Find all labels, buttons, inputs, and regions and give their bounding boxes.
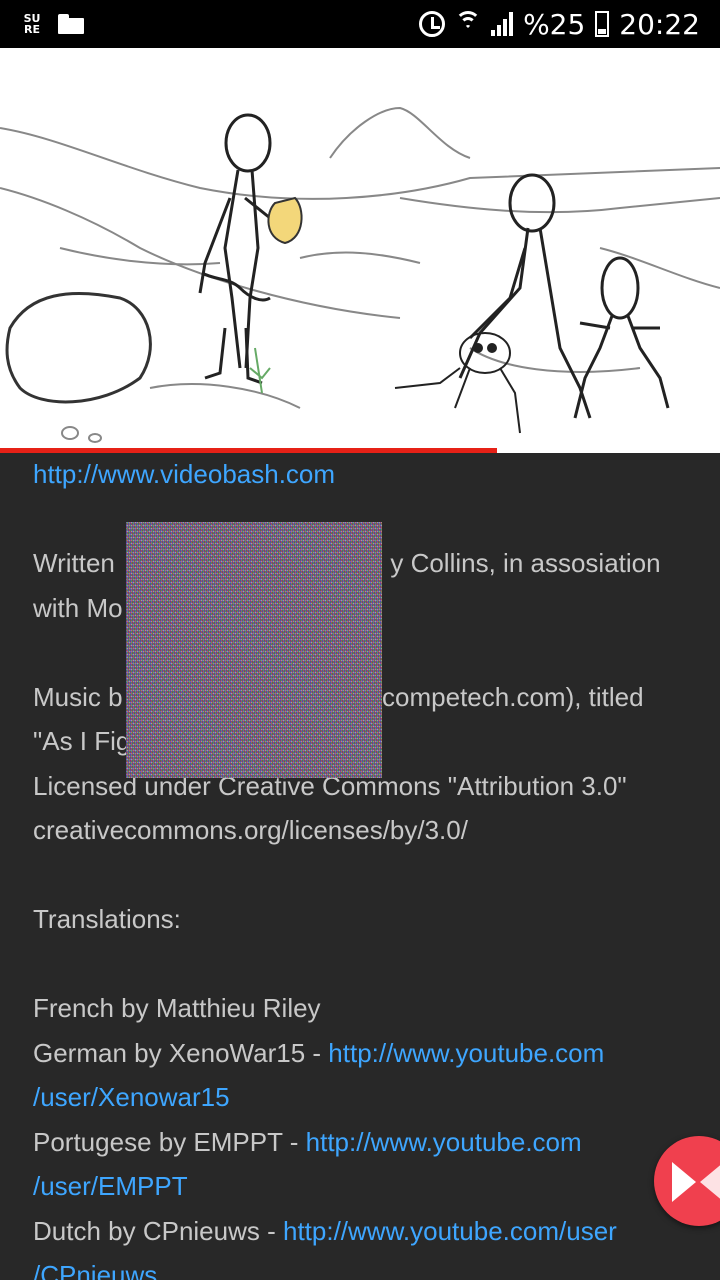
music-text-start: Music b [33,681,123,712]
translations-heading: Translations: [33,904,181,934]
portugese-credit: Portugese by EMPPT - [33,1126,306,1157]
portugese-link-cont[interactable]: /user/EMPPT [33,1171,188,1201]
folder-icon [58,14,84,34]
written-text-line2: with Mo [33,592,123,623]
battery-percent: %25 [523,7,586,41]
video-frame [0,106,720,443]
dutch-credit: Dutch by CPnieuws - [33,1215,283,1246]
noise-overlay [126,522,382,778]
alarm-icon [419,11,446,37]
video-player[interactable] [0,48,720,453]
german-link-cont[interactable]: /user/Xenowar15 [33,1082,230,1112]
dutch-link[interactable]: http://www.youtube.com/user [283,1216,617,1246]
signal-icon [491,12,514,36]
sure-app-icon: SU RE [23,12,41,36]
bowtie-logo-icon [672,1162,720,1202]
music-text-line2: "As I Fig [33,726,131,756]
status-bar: SU RE %25 20:22 [0,0,720,48]
dutch-link-cont[interactable]: /CPnieuws [33,1260,157,1280]
written-text-end: y Collins, in assosiation [390,548,661,578]
wifi-icon [455,11,482,37]
clock: 20:22 [619,7,700,41]
music-text-end: competech.com), titled [382,681,644,712]
videobash-link[interactable]: http://www.videobash.com [33,459,335,489]
battery-icon [595,11,610,37]
german-credit: German by XenoWar15 - [33,1037,329,1068]
license-url-text: creativecommons.org/licenses/by/3.0/ [33,815,468,845]
portugese-link[interactable]: http://www.youtube.com [306,1127,582,1157]
french-credit: French by Matthieu Riley [33,993,321,1023]
german-link[interactable]: http://www.youtube.com [328,1038,604,1068]
written-text-start: Written [33,548,115,578]
